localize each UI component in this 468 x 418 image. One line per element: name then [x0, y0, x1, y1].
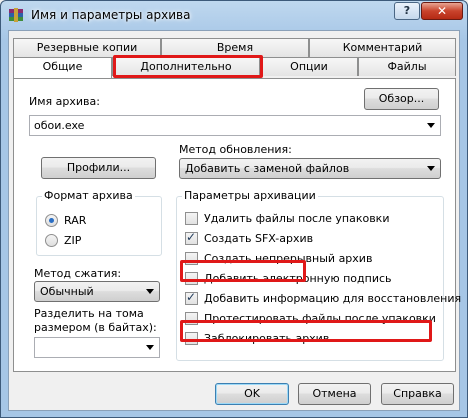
archive-name-value: обои.exe [34, 119, 85, 132]
archive-format-group: Формат архива RAR ZIP [36, 189, 162, 256]
browse-button[interactable]: Обзор... [364, 88, 439, 110]
tab-files[interactable]: Файлы [358, 57, 456, 76]
option-recovery-record-label: Добавить информацию для восстановления [204, 292, 462, 305]
update-method-label: Метод обновления: [179, 143, 292, 156]
update-method-select[interactable]: Добавить с заменой файлов [179, 158, 441, 179]
tab-panel-general: Имя архива: Обзор... обои.exe Метод обно… [13, 78, 461, 372]
cancel-button[interactable]: Отмена [298, 383, 371, 405]
highlight-recovery-option [180, 320, 432, 342]
chevron-down-icon[interactable] [427, 123, 435, 128]
highlight-advanced-tab [113, 55, 263, 78]
tab-comment[interactable]: Комментарий [309, 38, 456, 57]
split-size-input[interactable] [34, 337, 160, 358]
split-label-line1: Разделить на тома [34, 307, 144, 320]
tab-options[interactable]: Опции [260, 57, 358, 76]
radio-rar-button[interactable] [45, 214, 58, 227]
chevron-down-icon[interactable] [146, 345, 154, 350]
compression-select[interactable]: Обычный [34, 281, 160, 302]
help-title-button[interactable]: ? [394, 2, 420, 20]
archive-format-title: Формат архива [42, 189, 135, 202]
title-bar[interactable]: Имя и параметры архива ? ✕ [1, 1, 467, 29]
chevron-down-icon [427, 166, 435, 171]
close-button[interactable]: ✕ [421, 2, 463, 20]
update-method-value: Добавить с заменой файлов [185, 162, 350, 175]
compression-value: Обычный [40, 285, 94, 298]
option-delete-files-label: Удалить файлы после упаковки [204, 212, 390, 225]
checkbox-create-sfx[interactable] [185, 230, 198, 245]
dialog-window: Имя и параметры архива ? ✕ Резервные коп… [0, 0, 468, 418]
highlight-sfx-option [180, 260, 306, 282]
option-create-sfx-label: Создать SFX-архив [204, 232, 314, 245]
archive-params-title: Параметры архивации [182, 189, 318, 202]
chevron-down-icon [146, 289, 154, 294]
profiles-button[interactable]: Профили... [41, 157, 156, 179]
window-title: Имя и параметры архива [31, 8, 191, 22]
compression-label: Метод сжатия: [34, 267, 122, 280]
checkbox-recovery-record[interactable] [185, 290, 198, 305]
radio-rar-label: RAR [64, 214, 87, 227]
archive-name-input[interactable]: обои.exe [29, 115, 441, 136]
checkbox-delete-files[interactable] [185, 212, 198, 225]
archive-name-label: Имя архива: [29, 95, 100, 108]
ok-button[interactable]: OK [215, 383, 289, 405]
help-button[interactable]: Справка [381, 383, 454, 405]
radio-zip-label: ZIP [64, 234, 82, 247]
tab-general[interactable]: Общие [13, 57, 112, 78]
split-label-line2: размером (в байтах): [34, 321, 157, 334]
dialog-client: Резервные копии Время Комментарий Общие … [8, 30, 461, 411]
radio-zip-button[interactable] [45, 234, 58, 247]
winrar-icon [9, 8, 23, 22]
